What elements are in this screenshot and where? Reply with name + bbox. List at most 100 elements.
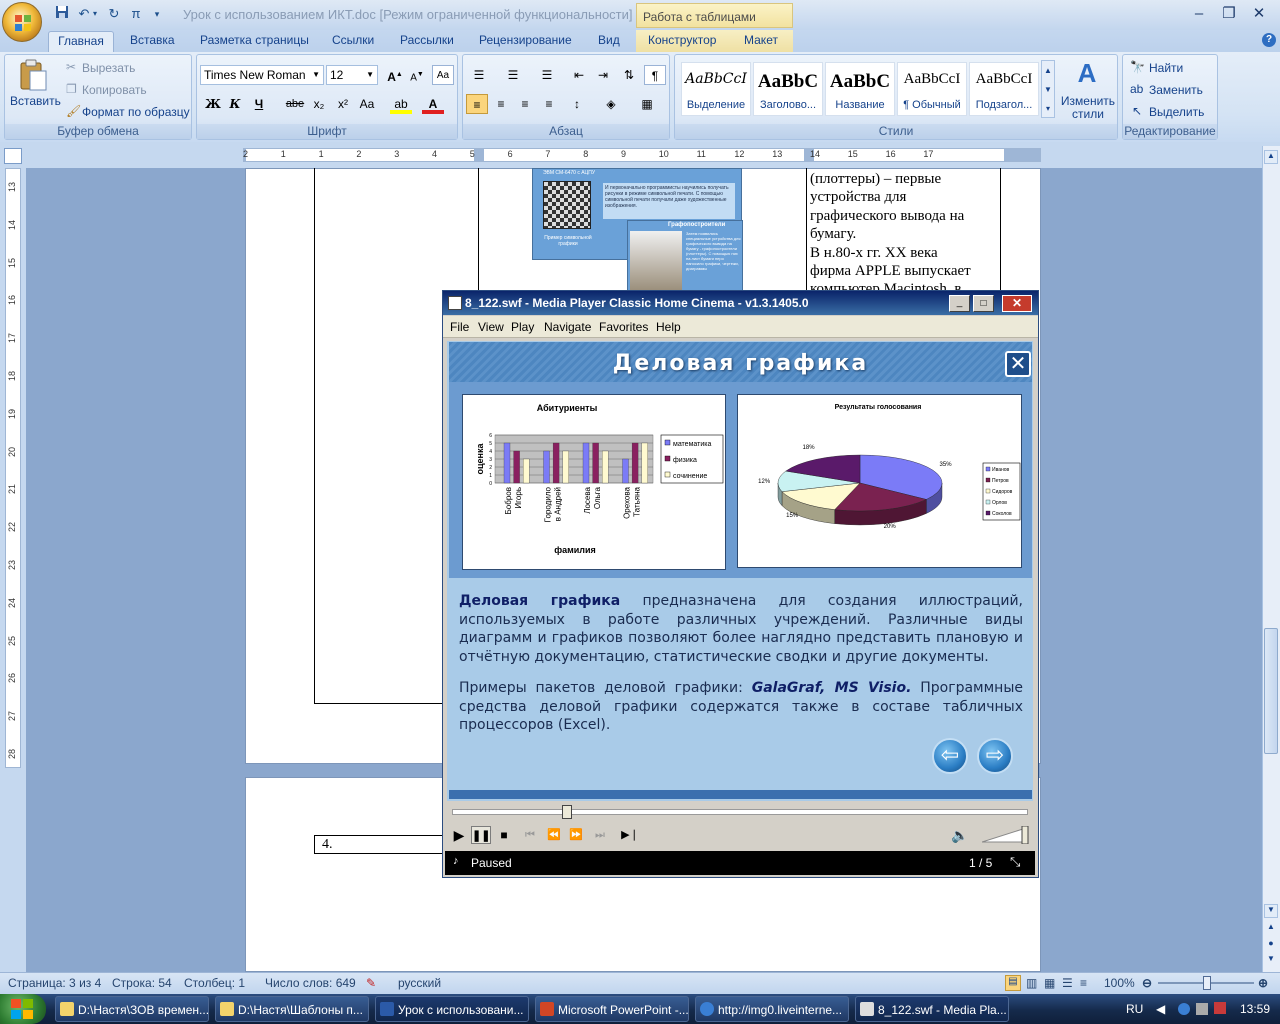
menu-favorites[interactable]: Favorites <box>599 320 648 334</box>
fullscreen-icon[interactable]: ⤡ <box>1010 854 1020 870</box>
mpc-minimize-icon[interactable]: _ <box>949 295 970 312</box>
taskbar-item-mpc[interactable]: 8_122.swf - Media Pla... <box>855 996 1009 1022</box>
rewind-icon[interactable]: ⏪ <box>544 826 564 844</box>
browse-object-icon[interactable]: ● <box>1264 938 1278 952</box>
zoom-in-icon[interactable]: ⊕ <box>1258 976 1268 990</box>
font-size-combo[interactable]: 12 ▼ <box>326 65 378 85</box>
mpc-maximize-icon[interactable]: □ <box>973 295 994 312</box>
prev-track-icon[interactable]: ⏮ <box>520 826 540 844</box>
seek-thumb[interactable] <box>562 805 572 819</box>
save-icon[interactable] <box>52 5 72 23</box>
shrink-font-icon[interactable]: A▼ <box>406 65 428 85</box>
find-button[interactable]: Найти <box>1149 61 1183 75</box>
increase-indent-icon[interactable]: ⇥ <box>592 65 614 85</box>
undo-dropdown-icon[interactable]: ▾ <box>90 5 100 23</box>
tab-review[interactable]: Рецензирование <box>479 33 572 52</box>
sort-icon[interactable]: ⇅ <box>618 65 640 85</box>
draft-icon[interactable]: ≡ <box>1080 976 1087 990</box>
next-slide-arrow-icon[interactable]: ⇨ <box>977 738 1013 774</box>
zoom-level[interactable]: 100% <box>1104 976 1135 990</box>
line-spacing-icon[interactable]: ↕ <box>566 94 588 114</box>
zoom-slider-thumb[interactable] <box>1203 976 1211 990</box>
paste-icon[interactable] <box>18 58 48 92</box>
tab-design[interactable]: Конструктор <box>648 33 716 52</box>
grow-font-icon[interactable]: A▲ <box>384 65 406 85</box>
style-normal[interactable]: AaBbCcI ¶ Обычный <box>897 62 967 116</box>
numbering-icon[interactable]: ☰ <box>502 65 524 85</box>
office-button[interactable] <box>2 2 42 42</box>
styles-scroll[interactable]: ▲ ▼ ▾ <box>1041 60 1055 118</box>
next-page-icon[interactable]: ▼ <box>1264 954 1278 968</box>
line-indicator[interactable]: Строка: 54 <box>112 976 172 990</box>
menu-play[interactable]: Play <box>511 320 534 334</box>
scrollbar-thumb[interactable] <box>1264 628 1278 754</box>
stop-icon[interactable]: ■ <box>494 826 514 844</box>
align-left-icon[interactable]: ≡ <box>466 94 488 114</box>
prev-slide-arrow-icon[interactable]: ⇦ <box>932 738 968 774</box>
play-icon[interactable]: ▶ <box>449 826 469 844</box>
proofing-icon[interactable]: ✎ <box>366 976 376 990</box>
taskbar-item-powerpoint[interactable]: Microsoft PowerPoint -... <box>535 996 689 1022</box>
borders-icon[interactable]: ▦ <box>636 94 658 114</box>
vertical-scrollbar[interactable] <box>1262 146 1280 972</box>
mpc-close-icon[interactable]: ✕ <box>1002 295 1032 312</box>
bold-icon[interactable]: Ж <box>202 94 224 114</box>
tab-view[interactable]: Вид <box>598 33 620 52</box>
style-subtitle[interactable]: AaBbCcI Подзагол... <box>969 62 1039 116</box>
paste-button[interactable]: Вставить <box>10 94 61 108</box>
restore-icon[interactable]: ❐ <box>1218 4 1240 24</box>
security-icon[interactable] <box>1214 1002 1226 1014</box>
style-title[interactable]: AaBbC Название <box>825 62 895 116</box>
page-indicator[interactable]: Страница: 3 из 4 <box>8 976 101 990</box>
taskbar-item-folder-2[interactable]: D:\Настя\Шаблоны п... <box>215 996 369 1022</box>
format-painter-button[interactable]: Формат по образцу <box>82 105 190 119</box>
replace-button[interactable]: Заменить <box>1149 83 1203 97</box>
taskbar-item-word[interactable]: Урок с использовани... <box>375 996 529 1022</box>
tab-insert[interactable]: Вставка <box>130 33 175 52</box>
outline-icon[interactable]: ☰ <box>1062 976 1073 990</box>
change-case-icon[interactable]: Aa <box>356 94 378 114</box>
customize-qat-icon[interactable]: ▾ <box>150 5 164 23</box>
tab-references[interactable]: Ссылки <box>332 33 374 52</box>
network-icon[interactable] <box>1178 1003 1190 1015</box>
underline-icon[interactable]: Ч <box>248 94 270 114</box>
copy-button[interactable]: Копировать <box>82 83 147 97</box>
tray-expand-icon[interactable]: ◀ <box>1156 1002 1165 1016</box>
taskbar-item-folder-1[interactable]: D:\Настя\ЗОВ времен... <box>55 996 209 1022</box>
italic-icon[interactable]: К <box>224 94 246 114</box>
minimize-icon[interactable]: – <box>1188 4 1210 24</box>
fast-forward-icon[interactable]: ⏩ <box>566 826 586 844</box>
shading-icon[interactable]: ◈ <box>600 94 622 114</box>
keyboard-language[interactable]: RU <box>1126 1002 1143 1016</box>
taskbar-item-browser[interactable]: http://img0.liveinterne... <box>695 996 849 1022</box>
tab-layout[interactable]: Макет <box>744 33 778 52</box>
tab-home[interactable]: Главная <box>48 31 114 53</box>
word-count[interactable]: Число слов: 649 <box>265 976 356 990</box>
help-icon[interactable]: ? <box>1262 33 1276 47</box>
select-button[interactable]: Выделить <box>1149 105 1204 119</box>
decrease-indent-icon[interactable]: ⇤ <box>568 65 590 85</box>
language-indicator[interactable]: русский <box>398 976 441 990</box>
change-styles-button[interactable]: Изменить стили <box>1060 95 1116 121</box>
device-icon[interactable] <box>1196 1003 1208 1015</box>
multilevel-list-icon[interactable]: ☰ <box>536 65 558 85</box>
redo-icon[interactable]: ↻ <box>104 5 124 23</box>
close-icon[interactable]: ✕ <box>1248 4 1270 24</box>
tab-selector[interactable] <box>4 148 22 164</box>
strikethrough-icon[interactable]: abe <box>284 94 306 114</box>
show-marks-icon[interactable]: ¶ <box>644 65 666 85</box>
column-indicator[interactable]: Столбец: 1 <box>184 976 245 990</box>
seek-bar[interactable] <box>452 809 1028 815</box>
subscript-icon[interactable]: x₂ <box>308 94 330 114</box>
align-right-icon[interactable]: ≡ <box>514 94 536 114</box>
pause-icon[interactable]: ❚❚ <box>471 826 491 844</box>
web-layout-icon[interactable]: ▦ <box>1044 976 1055 990</box>
slide-close-icon[interactable]: ✕ <box>1005 351 1031 377</box>
menu-file[interactable]: File <box>450 320 469 334</box>
style-heading[interactable]: AaBbC Заголово... <box>753 62 823 116</box>
clear-formatting-icon[interactable]: Aa <box>432 65 454 85</box>
print-layout-icon[interactable]: ▤ <box>1005 975 1021 991</box>
scroll-down-icon[interactable]: ▼ <box>1264 904 1278 918</box>
frame-step-icon[interactable]: ▶❘ <box>620 826 640 844</box>
bullets-icon[interactable]: ☰ <box>468 65 490 85</box>
